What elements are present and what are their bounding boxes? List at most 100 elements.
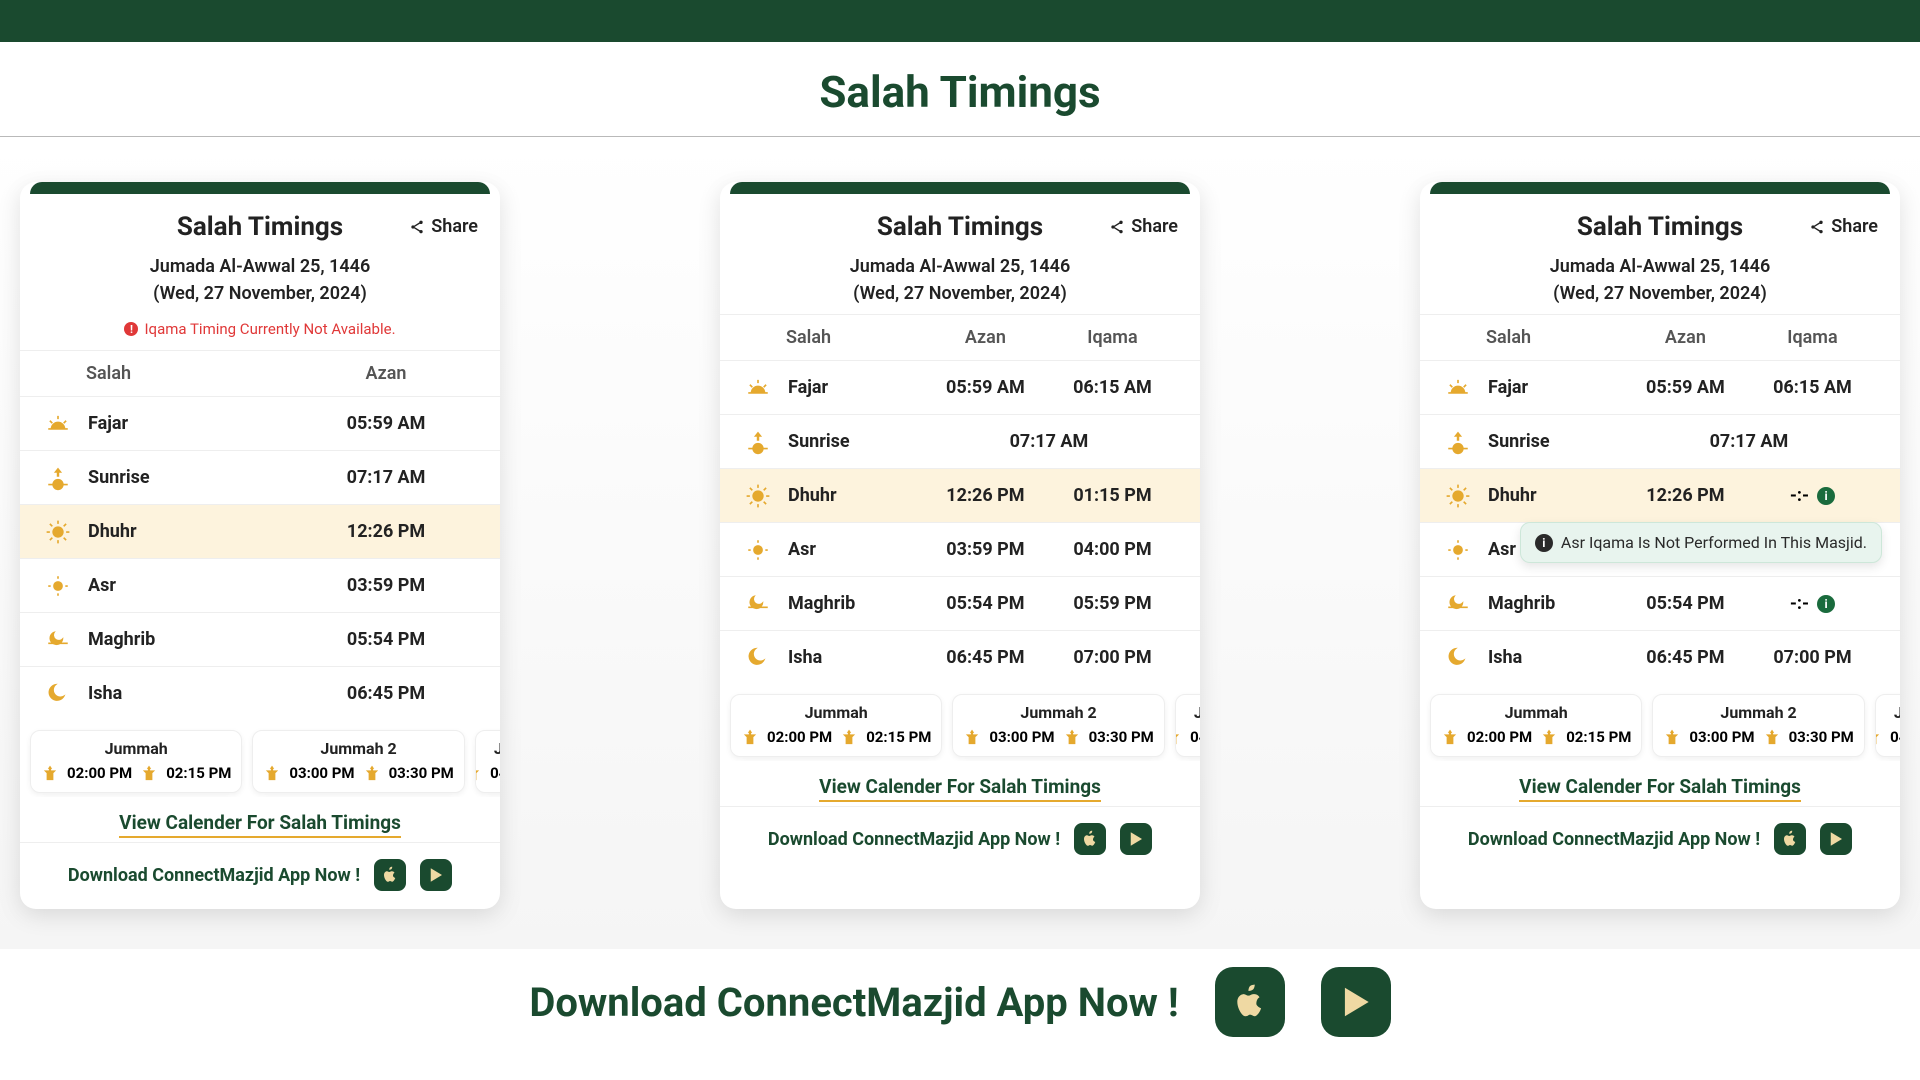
jummah-times: 02:00 PM 02:15 PM bbox=[741, 728, 931, 746]
azan-time: 03:59 PM bbox=[296, 575, 476, 596]
azan-time: 12:26 PM bbox=[922, 485, 1049, 506]
playstore-button[interactable] bbox=[1820, 823, 1852, 855]
azan-time: 12:26 PM bbox=[1622, 485, 1749, 506]
jummah-card[interactable]: Jum 04:00 PM bbox=[1175, 694, 1200, 757]
playstore-button-large[interactable] bbox=[1321, 967, 1391, 1037]
salah-name-cell: Maghrib bbox=[1444, 591, 1622, 617]
col-azan: Azan bbox=[1622, 327, 1749, 348]
jummah-title: Jum bbox=[486, 739, 500, 758]
jummah-card[interactable]: Jum 04:00 PM bbox=[475, 730, 500, 793]
top-bar bbox=[0, 0, 1920, 42]
playstore-button[interactable] bbox=[420, 859, 452, 891]
share-icon bbox=[1109, 219, 1125, 235]
share-button[interactable]: Share bbox=[409, 216, 478, 237]
salah-name-cell: Asr bbox=[44, 573, 296, 599]
gregorian-date: (Wed, 27 November, 2024) bbox=[1420, 283, 1900, 304]
khutbah-icon bbox=[1441, 728, 1459, 746]
khutbah-icon bbox=[963, 728, 981, 746]
azan-time: 06:45 PM bbox=[922, 647, 1049, 668]
jummah-times: 03:00 PM 03:30 PM bbox=[263, 764, 453, 782]
salah-icon bbox=[1540, 728, 1558, 746]
tooltip-text: Asr Iqama Is Not Performed In This Masji… bbox=[1561, 533, 1867, 552]
azan-time: 06:45 PM bbox=[1622, 647, 1749, 668]
info-icon[interactable]: i bbox=[1817, 595, 1835, 613]
col-salah: Salah bbox=[744, 327, 922, 348]
info-icon[interactable]: i bbox=[1817, 487, 1835, 505]
share-button[interactable]: Share bbox=[1809, 216, 1878, 237]
share-label: Share bbox=[431, 216, 478, 237]
jummah-title: Jum bbox=[1886, 703, 1900, 722]
jummah-card[interactable]: Jummah 2 03:00 PM 03:30 PM bbox=[252, 730, 464, 793]
salah-icon bbox=[840, 728, 858, 746]
dhuhr-icon bbox=[44, 519, 72, 545]
download-label: Download ConnectMazjid App Now ! bbox=[1468, 829, 1760, 850]
iqama-warning: !Iqama Timing Currently Not Available. bbox=[20, 314, 500, 350]
jummah-title: Jummah 2 bbox=[263, 739, 453, 758]
jummah-times: 04:00 PM bbox=[1886, 728, 1900, 746]
jummah-title: Jummah 2 bbox=[963, 703, 1153, 722]
jummah-card[interactable]: Jummah 2 03:00 PM 03:30 PM bbox=[1652, 694, 1864, 757]
khutbah-icon bbox=[263, 764, 281, 782]
table-header: Salah Azan Iqama bbox=[720, 314, 1200, 360]
salah-name: Sunrise bbox=[88, 467, 150, 488]
salah-name: Isha bbox=[88, 683, 122, 704]
footer-cta: Download ConnectMazjid App Now ! bbox=[0, 949, 1920, 1061]
card-cap bbox=[30, 182, 490, 194]
col-iqama: Iqama bbox=[1749, 327, 1876, 348]
table-row: Dhuhr 12:26 PM-:-i bbox=[1420, 468, 1900, 522]
col-azan: Azan bbox=[922, 327, 1049, 348]
iqama-time: 07:00 PM bbox=[1049, 647, 1176, 668]
view-calendar-link[interactable]: View Calender For Salah Timings bbox=[1519, 775, 1801, 802]
jummah-times: 04:00 PM bbox=[486, 764, 500, 782]
info-icon: i bbox=[1535, 534, 1553, 552]
iqama-time: -:-i bbox=[1749, 485, 1876, 506]
appstore-button-large[interactable] bbox=[1215, 967, 1285, 1037]
sunrise-icon bbox=[744, 429, 772, 455]
appstore-button[interactable] bbox=[1774, 823, 1806, 855]
azan-time: 05:59 AM bbox=[922, 377, 1049, 398]
jummah-card[interactable]: Jummah 2 03:00 PM 03:30 PM bbox=[952, 694, 1164, 757]
page-title: Salah Timings bbox=[0, 42, 1920, 137]
azan-time: 07:17 AM bbox=[296, 467, 476, 488]
jummah-card[interactable]: Jummah 02:00 PM 02:15 PM bbox=[1430, 694, 1642, 757]
table-row: Isha 06:45 PM bbox=[20, 666, 500, 720]
maghrib-icon bbox=[44, 627, 72, 653]
table-row: Sunrise 07:17 AM bbox=[20, 450, 500, 504]
salah-name-cell: Maghrib bbox=[744, 591, 922, 617]
col-salah: Salah bbox=[1444, 327, 1622, 348]
table-row: Isha06:45 PM07:00 PM bbox=[720, 630, 1200, 684]
jummah-card[interactable]: Jummah 02:00 PM 02:15 PM bbox=[30, 730, 242, 793]
khutbah-icon bbox=[741, 728, 759, 746]
iqama-tooltip: i Asr Iqama Is Not Performed In This Masj… bbox=[1520, 522, 1882, 563]
dhuhr-icon bbox=[744, 483, 772, 509]
table-row: Maghrib05:54 PM bbox=[20, 612, 500, 666]
azan-time: 06:45 PM bbox=[296, 683, 476, 704]
prayer-table: Salah Azan Iqama Fajar05:59 AM06:15 AMSu… bbox=[720, 314, 1200, 684]
appstore-button[interactable] bbox=[374, 859, 406, 891]
asr-icon bbox=[44, 573, 72, 599]
salah-name: Maghrib bbox=[88, 629, 155, 650]
jummah-card[interactable]: Jum 04:00 PM bbox=[1875, 694, 1900, 757]
khutbah-icon bbox=[1663, 728, 1681, 746]
playstore-button[interactable] bbox=[1120, 823, 1152, 855]
salah-card: Share Salah Timings Jumada Al-Awwal 25, … bbox=[720, 182, 1200, 909]
salah-icon bbox=[363, 764, 381, 782]
salah-name: Maghrib bbox=[788, 593, 855, 614]
col-azan: Azan bbox=[296, 363, 476, 384]
table-row: Dhuhr12:26 PM01:15 PM bbox=[720, 468, 1200, 522]
fajr-icon bbox=[1444, 375, 1472, 401]
appstore-button[interactable] bbox=[1074, 823, 1106, 855]
iqama-time: 04:00 PM bbox=[1049, 539, 1176, 560]
jummah-title: Jummah bbox=[1441, 703, 1631, 722]
view-calendar-link-wrap: View Calender For Salah Timings bbox=[1420, 775, 1900, 798]
salah-name: Asr bbox=[1488, 539, 1516, 560]
salah-name: Dhuhr bbox=[1488, 485, 1537, 506]
table-row: Fajar05:59 AM06:15 AM bbox=[720, 360, 1200, 414]
view-calendar-link[interactable]: View Calender For Salah Timings bbox=[119, 811, 401, 838]
share-button[interactable]: Share bbox=[1109, 216, 1178, 237]
jummah-card[interactable]: Jummah 02:00 PM 02:15 PM bbox=[730, 694, 942, 757]
salah-name: Dhuhr bbox=[788, 485, 837, 506]
jummah-strip: Jummah 02:00 PM 02:15 PM Jummah 2 03:00 … bbox=[20, 720, 500, 797]
view-calendar-link[interactable]: View Calender For Salah Timings bbox=[819, 775, 1101, 802]
download-row: Download ConnectMazjid App Now ! bbox=[720, 806, 1200, 873]
